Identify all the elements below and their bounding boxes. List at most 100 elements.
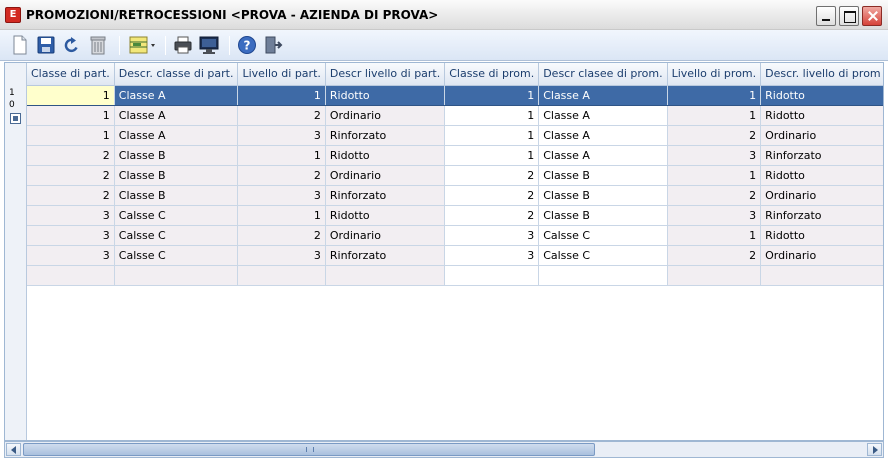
scrollbar-thumb[interactable] [23,443,595,456]
table-cell[interactable]: 2 [444,205,540,226]
table-cell[interactable]: 1 [27,85,115,106]
table-cell[interactable]: 2 [237,105,326,126]
table-cell[interactable]: 1 [667,85,762,106]
table-cell[interactable]: Ordinario [325,225,446,246]
table-cell[interactable]: Classe B [538,185,668,206]
table-cell[interactable]: 1 [27,125,115,146]
table-cell[interactable]: Calsse C [538,225,668,246]
table-cell[interactable]: Classe B [538,205,668,226]
column-header[interactable]: Descr livello di part. [325,63,446,86]
column-header[interactable]: Classe di part. [27,63,115,86]
table-cell[interactable]: 2 [667,125,762,146]
table-cell[interactable]: Classe A [538,125,668,146]
horizontal-scrollbar[interactable] [4,441,884,458]
scroll-left-arrow-icon[interactable] [6,443,21,456]
table-cell[interactable]: 2 [444,185,540,206]
table-cell[interactable]: Rinforzato [325,185,446,206]
table-cell[interactable] [538,265,668,286]
print-icon[interactable] [172,34,194,56]
close-button[interactable] [862,6,882,26]
table-row[interactable]: 2 Classe B 2 Ordinario 2 Classe B 1 Ridotto [27,165,883,186]
help-icon[interactable]: ? [236,34,258,56]
table-cell[interactable]: 1 [667,165,762,186]
save-icon[interactable] [35,34,57,56]
table-cell[interactable]: Classe A [114,85,239,106]
table-cell[interactable] [667,265,762,286]
table-cell[interactable]: Classe B [114,185,239,206]
table-cell[interactable]: Calsse C [114,245,239,266]
delete-icon[interactable] [87,34,109,56]
table-cell[interactable]: Ridotto [760,225,883,246]
table-cell[interactable]: 1 [27,105,115,126]
table-row[interactable]: 3 Calsse C 1 Ridotto 2 Classe B 3 Rinforzato [27,205,883,226]
table-cell[interactable]: Classe B [538,165,668,186]
table-cell[interactable] [760,265,883,286]
table-cell[interactable]: 2 [667,185,762,206]
table-row[interactable]: 3 Calsse C 2 Ordinario 3 Calsse C 1 Ridotto [27,225,883,246]
table-row[interactable]: 2 Classe B 1 Ridotto 1 Classe A 3 Rinforzato [27,145,883,166]
table-cell[interactable]: 3 [237,125,326,146]
table-cell[interactable]: 1 [444,105,540,126]
table-row[interactable]: 1 Classe A 3 Rinforzato 1 Classe A 2 Ordinario [27,125,883,146]
table-cell[interactable]: 3 [237,245,326,266]
table-cell[interactable]: 1 [444,145,540,166]
table-cell[interactable]: 1 [237,85,326,106]
table-cell[interactable]: 3 [27,225,115,246]
table-cell[interactable]: 2 [27,145,115,166]
table-cell[interactable] [325,265,446,286]
table-cell[interactable]: 1 [667,225,762,246]
column-header[interactable]: Descr. classe di part. [114,63,239,86]
table-cell[interactable]: Ridotto [760,85,883,106]
minimize-button[interactable] [816,6,836,26]
table-cell[interactable] [114,265,239,286]
table-cell[interactable]: Rinforzato [325,125,446,146]
table-cell[interactable]: 3 [444,225,540,246]
table-cell[interactable] [237,265,326,286]
table-cell[interactable] [444,265,540,286]
table-cell[interactable]: Calsse C [538,245,668,266]
table-cell[interactable]: 1 [444,125,540,146]
table-cell[interactable]: 2 [237,225,326,246]
table-cell[interactable]: Classe A [114,105,239,126]
preview-icon[interactable] [198,34,220,56]
table-cell[interactable]: 3 [237,185,326,206]
undo-icon[interactable] [61,34,83,56]
table-cell[interactable]: 1 [237,205,326,226]
table-cell[interactable]: Ridotto [325,85,446,106]
new-icon[interactable] [9,34,31,56]
table-row[interactable]: 2 Classe B 3 Rinforzato 2 Classe B 2 Ordinario [27,185,883,206]
table-cell[interactable]: Ridotto [325,205,446,226]
table-cell[interactable]: 1 [237,145,326,166]
table-cell[interactable]: Ordinario [325,105,446,126]
table-cell[interactable]: 2 [444,165,540,186]
table-cell[interactable]: Classe A [114,125,239,146]
column-header[interactable]: Descr clasee di prom. [538,63,668,86]
column-header[interactable]: Livello di part. [237,63,326,86]
table-cell[interactable]: 3 [27,245,115,266]
table-cell[interactable]: 2 [27,165,115,186]
table-cell[interactable]: Classe A [538,85,668,106]
table-cell[interactable]: 2 [27,185,115,206]
table-cell[interactable] [27,265,115,286]
table-cell[interactable]: 2 [237,165,326,186]
table-cell[interactable]: Ordinario [760,245,883,266]
table-cell[interactable]: Rinforzato [760,145,883,166]
grid-options-icon[interactable] [127,34,159,56]
table-cell[interactable]: Classe B [114,165,239,186]
table-cell[interactable]: Rinforzato [325,245,446,266]
column-header[interactable]: Descr. livello di prom [760,63,883,86]
table-cell[interactable]: Ridotto [760,105,883,126]
table-cell[interactable]: 1 [444,85,540,106]
table-cell[interactable]: Classe B [114,145,239,166]
table-row[interactable]: 1 Classe A 2 Ordinario 1 Classe A 1 Ridotto [27,105,883,126]
table-cell[interactable]: Classe A [538,145,668,166]
maximize-button[interactable] [839,6,859,26]
table-cell[interactable]: Ridotto [760,165,883,186]
table-cell[interactable]: Ordinario [325,165,446,186]
table-cell[interactable]: Rinforzato [760,205,883,226]
table-cell[interactable]: Calsse C [114,205,239,226]
table-cell[interactable]: Ridotto [325,145,446,166]
table-row[interactable]: 1 Classe A 1 Ridotto 1 Classe A 1 Ridotto [27,85,883,106]
table-cell[interactable]: 1 [667,105,762,126]
table-cell[interactable]: 3 [667,145,762,166]
